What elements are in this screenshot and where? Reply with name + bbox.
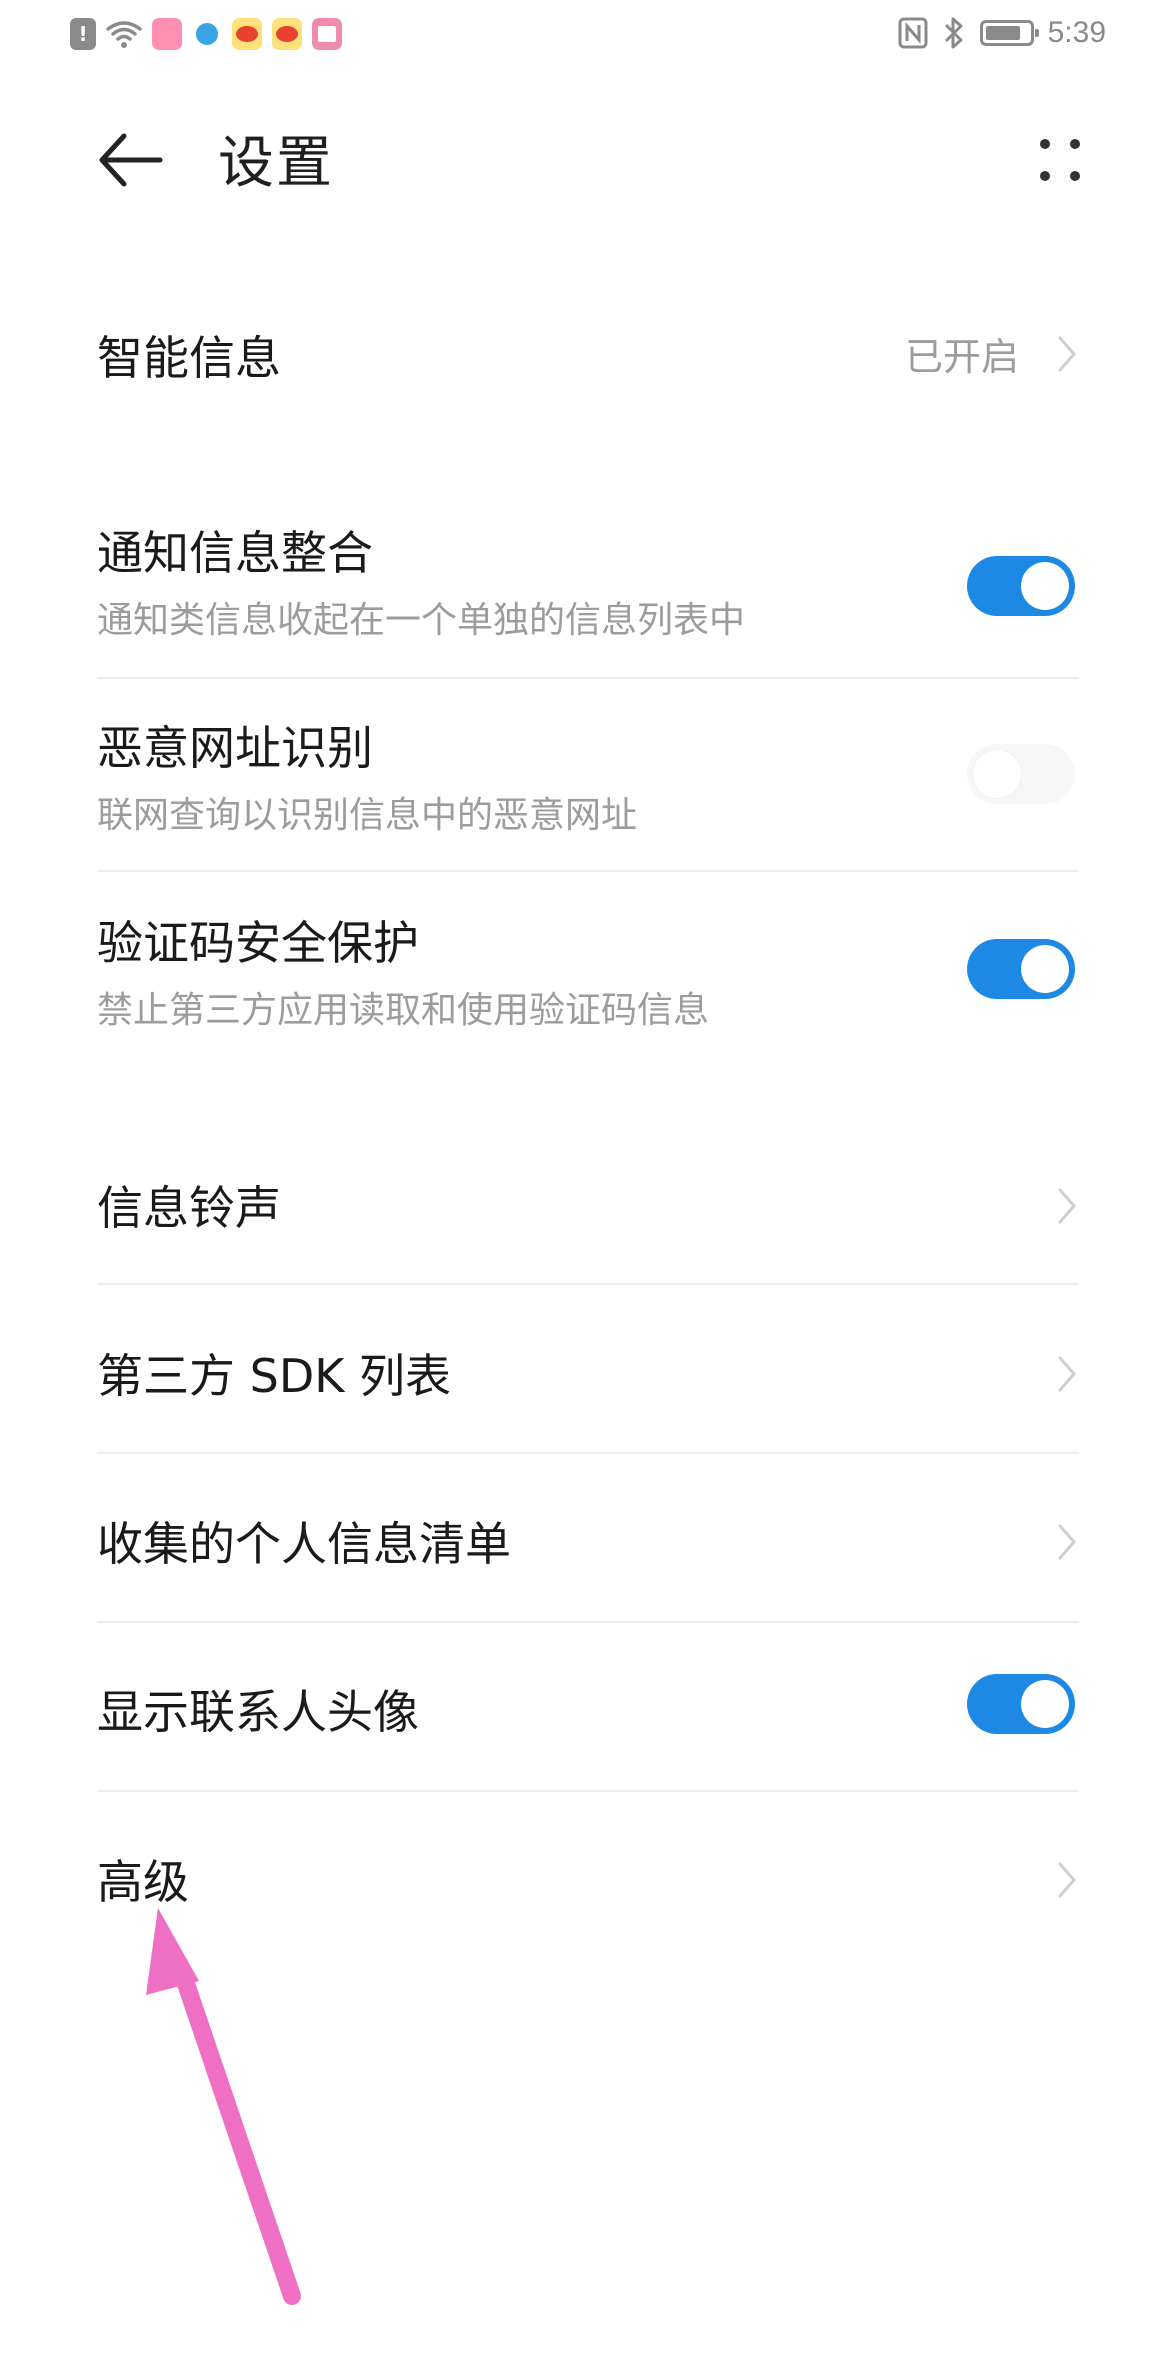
divider xyxy=(97,870,1079,872)
malicious-url-toggle[interactable] xyxy=(967,744,1075,804)
battery-icon xyxy=(979,20,1039,46)
chevron-right-icon xyxy=(1058,1862,1076,1898)
verification-code-label: 验证码安全保护 xyxy=(97,916,419,970)
divider xyxy=(97,1452,1079,1454)
weibo-app-icon-2 xyxy=(272,18,302,50)
ringtone-label: 信息铃声 xyxy=(97,1181,281,1235)
weibo-app-icon xyxy=(232,18,262,50)
more-options-icon[interactable] xyxy=(1030,130,1090,190)
alert-icon: ! xyxy=(70,18,96,50)
status-bar: ! 5:39 xyxy=(0,0,1176,72)
divider xyxy=(97,1790,1079,1792)
wifi-icon xyxy=(106,21,142,48)
smart-info-status: 已开启 xyxy=(904,335,1019,379)
status-notification-icons: ! xyxy=(70,18,342,50)
verification-code-toggle[interactable] xyxy=(967,939,1075,999)
page-title: 设置 xyxy=(218,131,334,196)
malicious-url-label: 恶意网址识别 xyxy=(97,721,373,775)
notification-merge-row[interactable]: 通知信息整合 通知类信息收起在一个单独的信息列表中 xyxy=(97,505,1079,675)
chevron-right-icon xyxy=(1058,336,1076,372)
huawei-app-icon xyxy=(152,18,182,50)
notification-merge-desc: 通知类信息收起在一个单独的信息列表中 xyxy=(97,600,746,641)
toggle-knob xyxy=(1021,562,1069,610)
toggle-knob xyxy=(1021,1680,1069,1728)
status-time: 5:39 xyxy=(1047,16,1106,49)
divider xyxy=(97,1283,1079,1285)
verification-code-row[interactable]: 验证码安全保护 禁止第三方应用读取和使用验证码信息 xyxy=(97,895,1079,1065)
book-app-icon xyxy=(312,18,342,50)
smart-info-row[interactable]: 智能信息 已开启 xyxy=(97,290,1079,420)
app-header: 设置 xyxy=(0,100,1176,220)
notification-merge-label: 通知信息整合 xyxy=(97,526,373,580)
chevron-right-icon xyxy=(1058,1356,1076,1392)
third-party-sdk-row[interactable]: 第三方 SDK 列表 xyxy=(97,1312,1079,1452)
personal-info-list-row[interactable]: 收集的个人信息清单 xyxy=(97,1480,1079,1620)
back-arrow-icon[interactable] xyxy=(90,120,170,200)
status-system-icons: 5:39 xyxy=(898,16,1106,50)
toggle-knob xyxy=(973,750,1021,798)
smart-info-label: 智能信息 xyxy=(97,331,281,385)
divider xyxy=(97,1621,1079,1623)
contact-avatar-toggle[interactable] xyxy=(967,1674,1075,1734)
contact-avatar-label: 显示联系人头像 xyxy=(97,1685,419,1739)
advanced-label: 高级 xyxy=(97,1855,189,1909)
advanced-row[interactable]: 高级 xyxy=(97,1818,1079,1958)
malicious-url-row[interactable]: 恶意网址识别 联网查询以识别信息中的恶意网址 xyxy=(97,700,1079,870)
malicious-url-desc: 联网查询以识别信息中的恶意网址 xyxy=(97,795,638,836)
bluetooth-icon xyxy=(944,17,963,49)
toggle-knob xyxy=(1021,945,1069,993)
ringtone-row[interactable]: 信息铃声 xyxy=(97,1144,1079,1284)
nfc-icon xyxy=(898,17,928,49)
verification-code-desc: 禁止第三方应用读取和使用验证码信息 xyxy=(97,990,710,1031)
notification-merge-toggle[interactable] xyxy=(967,556,1075,616)
divider xyxy=(97,677,1079,679)
chevron-right-icon xyxy=(1058,1188,1076,1224)
contact-avatar-row[interactable]: 显示联系人头像 xyxy=(97,1648,1079,1788)
third-party-sdk-label: 第三方 SDK 列表 xyxy=(97,1349,452,1403)
telegram-app-icon xyxy=(192,18,222,50)
chevron-right-icon xyxy=(1058,1524,1076,1560)
personal-info-list-label: 收集的个人信息清单 xyxy=(97,1517,511,1571)
